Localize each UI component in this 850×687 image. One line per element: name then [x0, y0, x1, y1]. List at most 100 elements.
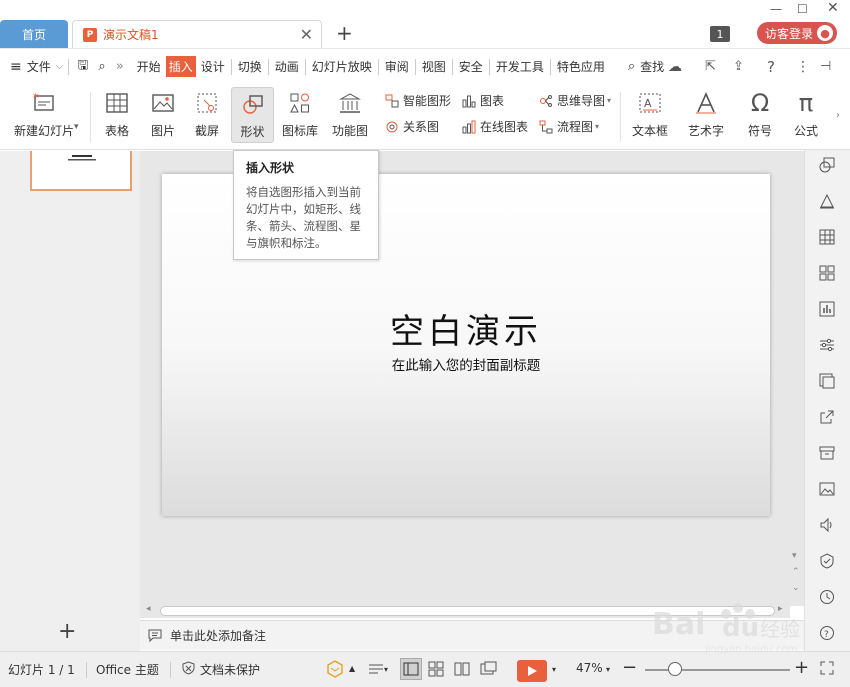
settings-sliders-icon[interactable]	[818, 336, 836, 354]
history-icon[interactable]	[818, 588, 836, 606]
symbol-button[interactable]: Ω 符号	[740, 84, 780, 139]
archive-panel-icon[interactable]	[818, 444, 836, 462]
share-icon[interactable]: ⇱	[705, 59, 716, 74]
chevron-down-icon[interactable]: ▾	[384, 665, 388, 674]
share-panel-icon[interactable]	[818, 408, 836, 426]
zoom-slider-track[interactable]	[645, 669, 790, 671]
more-icon[interactable]: »	[116, 59, 124, 74]
minimize-icon[interactable]: —	[770, 2, 782, 16]
scroll-right-icon[interactable]: ▸	[778, 604, 783, 614]
menu-animation[interactable]: 动画	[274, 56, 300, 77]
menu-search[interactable]: 查找	[639, 56, 665, 77]
menu-transition[interactable]: 切换	[237, 56, 263, 77]
hamburger-icon[interactable]: ≡	[10, 59, 22, 75]
formula-button[interactable]: π 公式	[786, 84, 826, 139]
theme-name[interactable]: Office 主题	[96, 661, 159, 678]
search-icon[interactable]: ⌕	[628, 59, 635, 74]
online-chart-button[interactable]: 在线图表	[461, 118, 528, 135]
mindmap-button[interactable]: 思维导图 ▾	[538, 92, 611, 109]
vertical-scrollbar[interactable]: ▾ ⌃ ⌄	[790, 151, 804, 606]
slide-subtitle[interactable]: 在此输入您的封面副标题	[162, 354, 770, 374]
cloud-sync-icon[interactable]: ☁	[668, 59, 682, 75]
table-button[interactable]: 表格	[98, 84, 136, 139]
menu-developer[interactable]: 开发工具	[495, 56, 545, 77]
slide-sorter-icon[interactable]	[428, 661, 444, 677]
table-panel-icon[interactable]	[818, 228, 836, 246]
tab-home[interactable]: 首页	[0, 20, 68, 48]
screenshot-button[interactable]: 截屏	[188, 84, 226, 139]
menu-insert[interactable]: 插入	[165, 56, 196, 77]
menu-file[interactable]: 文件	[26, 56, 52, 77]
picture-button[interactable]: 图片	[144, 84, 182, 139]
security-panel-icon[interactable]	[818, 552, 836, 570]
window-count-badge[interactable]: 1	[710, 26, 730, 42]
chart-button[interactable]: 图表	[461, 92, 504, 109]
help-icon[interactable]: ?	[767, 58, 775, 76]
scroll-prev-page-icon[interactable]: ⌃	[792, 567, 800, 577]
reading-view-icon[interactable]	[454, 661, 470, 677]
export-icon[interactable]: ⇪	[733, 59, 744, 74]
play-slideshow-button[interactable]	[517, 660, 547, 682]
menu-slideshow[interactable]: 幻灯片放映	[311, 56, 373, 77]
notes-toggle-icon[interactable]	[368, 661, 384, 677]
zoom-level[interactable]: 47%	[576, 661, 603, 675]
guest-login-button[interactable]: 访客登录 ●	[757, 22, 837, 44]
new-tab-button[interactable]: +	[336, 21, 353, 45]
layout-panel-icon[interactable]	[818, 264, 836, 282]
menu-view[interactable]: 视图	[421, 56, 447, 77]
shape-button[interactable]: 形状	[231, 87, 274, 143]
zoom-out-button[interactable]: −	[622, 657, 637, 678]
zoom-in-button[interactable]: +	[794, 657, 809, 678]
smart-art-button[interactable]: 智能图形	[384, 92, 451, 109]
function-chart-button[interactable]: 功能图	[326, 84, 374, 139]
menu-home[interactable]: 开始	[136, 56, 162, 77]
icon-library-button[interactable]: 图标库	[280, 84, 320, 139]
relation-chart-button[interactable]: 关系图	[384, 118, 439, 135]
menu-security[interactable]: 安全	[458, 56, 484, 77]
horizontal-scroll-thumb[interactable]	[160, 606, 775, 616]
flowchart-button[interactable]: 流程图 ▾	[538, 118, 599, 135]
slide-title[interactable]: 空白演示	[162, 304, 770, 353]
textbox-button[interactable]: A 文本框	[626, 84, 674, 139]
pin-ribbon-icon[interactable]: ⊣	[820, 59, 831, 74]
picture-panel-icon[interactable]	[818, 372, 836, 390]
chevron-down-icon[interactable]: ▾	[552, 665, 556, 674]
menu-special[interactable]: 特色应用	[556, 56, 606, 77]
chevron-down-icon[interactable]: ⌵	[56, 61, 64, 72]
zoom-slider-knob[interactable]	[668, 662, 682, 676]
close-window-icon[interactable]: ✕	[827, 0, 839, 16]
horizontal-scrollbar[interactable]: ◂ ▸	[140, 604, 790, 618]
beautify-icon[interactable]	[327, 660, 343, 678]
add-slide-button[interactable]: +	[58, 619, 76, 644]
fill-panel-icon[interactable]	[818, 192, 836, 210]
ribbon-scroll-right-icon[interactable]: ›	[836, 110, 840, 121]
save-icon[interactable]: 🖫	[77, 56, 88, 78]
new-slide-dropdown-icon[interactable]: ▾	[74, 122, 79, 132]
slide-thumbnail-1[interactable]	[30, 151, 132, 191]
art-text-button[interactable]: 艺术字	[682, 84, 730, 139]
chevron-up-icon[interactable]: ▲	[349, 664, 355, 673]
format-painter-icon[interactable]: ⌕	[98, 59, 105, 74]
audio-panel-icon[interactable]	[818, 516, 836, 534]
chevron-down-icon[interactable]: ▾	[606, 665, 610, 674]
presenter-view-icon[interactable]	[480, 661, 497, 677]
image-panel-icon[interactable]	[818, 480, 836, 498]
menu-review[interactable]: 审阅	[384, 56, 410, 77]
close-tab-icon[interactable]: ✕	[300, 25, 313, 44]
function-chart-label: 功能图	[331, 124, 368, 138]
menu-design[interactable]: 设计	[200, 56, 226, 77]
maximize-icon[interactable]: ☐	[797, 2, 808, 16]
chart-panel-icon[interactable]	[818, 300, 836, 318]
more-options-icon[interactable]: ⋮	[796, 59, 810, 75]
shape-panel-icon[interactable]	[818, 156, 836, 174]
help-panel-icon[interactable]: ?	[818, 624, 836, 642]
protection-status[interactable]: 文档未保护	[182, 661, 260, 678]
new-slide-button[interactable]: ✶ 新建幻灯片	[8, 84, 80, 139]
notes-bar[interactable]: 单击此处添加备注	[140, 620, 804, 650]
scroll-down-icon[interactable]: ▾	[792, 551, 797, 561]
scroll-next-page-icon[interactable]: ⌄	[792, 583, 800, 593]
tab-document[interactable]: P 演示文稿1 ✕	[72, 20, 322, 48]
fit-window-icon[interactable]	[820, 661, 834, 675]
scroll-left-icon[interactable]: ◂	[146, 604, 151, 614]
normal-view-icon[interactable]	[400, 658, 422, 680]
